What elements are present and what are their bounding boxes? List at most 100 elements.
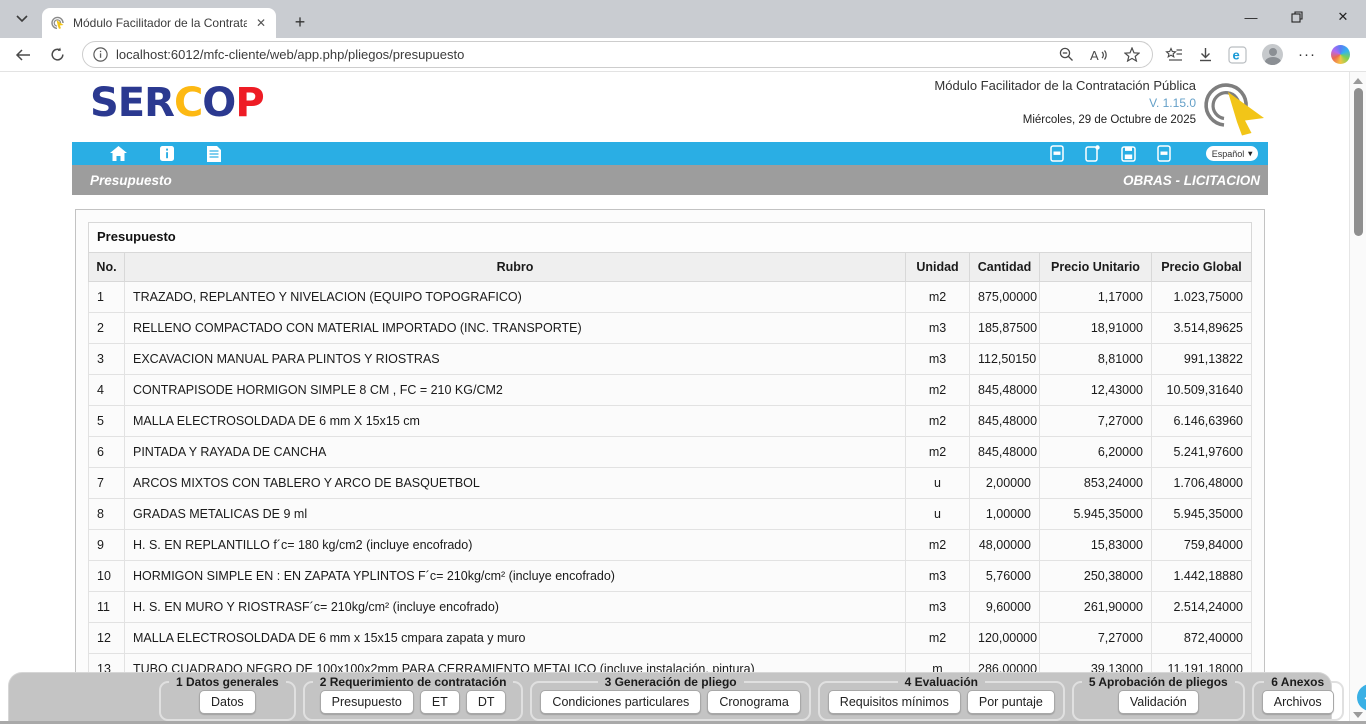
new-tab-button[interactable]: +: [288, 10, 312, 34]
new-document-icon[interactable]: [1085, 145, 1100, 162]
url-text[interactable]: localhost:6012/mfc-cliente/web/app.php/p…: [116, 47, 1051, 62]
bottom-nav-button[interactable]: Validación: [1118, 690, 1199, 714]
browser-tab-strip: Módulo Facilitador de la Contrata ✕ + — …: [0, 0, 1366, 38]
copilot-icon[interactable]: [1331, 45, 1350, 64]
bottom-nav-button[interactable]: Condiciones particulares: [540, 690, 701, 714]
profile-avatar-icon[interactable]: [1262, 44, 1283, 65]
cell-precio-unitario: 8,81000: [1040, 344, 1152, 375]
refresh-button[interactable]: [44, 42, 70, 68]
settings-menu-icon[interactable]: ···: [1298, 46, 1316, 63]
cell-no: 1: [89, 282, 125, 313]
browser-tab[interactable]: Módulo Facilitador de la Contrata ✕: [42, 8, 276, 38]
col-header-no: No.: [89, 253, 125, 282]
info-icon[interactable]: [160, 146, 174, 161]
cell-no: 7: [89, 468, 125, 499]
site-info-icon[interactable]: [93, 47, 108, 62]
cell-precio-unitario: 15,83000: [1040, 530, 1152, 561]
bottom-nav-button[interactable]: Requisitos mínimos: [828, 690, 961, 714]
col-header-cantidad: Cantidad: [970, 253, 1040, 282]
bottom-nav-button[interactable]: Cronograma: [707, 690, 800, 714]
tab-favicon: [50, 15, 66, 31]
scrollbar-thumb[interactable]: [1354, 88, 1363, 236]
bottom-nav-group: 3 Generación de pliego Condiciones parti…: [530, 675, 810, 721]
bottom-nav-button[interactable]: Por puntaje: [967, 690, 1055, 714]
table-row: 2 RELLENO COMPACTADO CON MATERIAL IMPORT…: [89, 313, 1252, 344]
cell-unidad: m3: [906, 561, 970, 592]
bottom-nav-group: 6 Anexos Archivos: [1252, 675, 1344, 721]
bottom-nav-group-legend: 2 Requerimiento de contratación: [313, 675, 514, 689]
cell-precio-global: 1.023,75000: [1152, 282, 1252, 313]
cell-precio-global: 3.514,89625: [1152, 313, 1252, 344]
address-bar[interactable]: localhost:6012/mfc-cliente/web/app.php/p…: [82, 41, 1153, 68]
ie-mode-icon[interactable]: e: [1228, 46, 1247, 64]
back-arrow-icon: [15, 48, 31, 62]
back-button[interactable]: [10, 42, 36, 68]
cell-unidad: u: [906, 468, 970, 499]
bottom-nav-group: 1 Datos generales Datos: [159, 675, 296, 721]
cell-precio-unitario: 5.945,35000: [1040, 499, 1152, 530]
budget-panel: Presupuesto No. Rubro Unidad Cantidad Pr…: [75, 209, 1265, 698]
table-row: 8 GRADAS METALICAS DE 9 ml u 1,00000 5.9…: [89, 499, 1252, 530]
save-icon[interactable]: [1121, 146, 1136, 162]
pdf-view-icon[interactable]: [1157, 145, 1171, 162]
app-header: SERCOP Módulo Facilitador de la Contrata…: [72, 72, 1268, 142]
cell-precio-global: 1.442,18880: [1152, 561, 1252, 592]
document-icon[interactable]: [207, 146, 221, 162]
close-button[interactable]: ✕: [1320, 0, 1366, 34]
tab-search-button[interactable]: [8, 6, 36, 32]
restore-button[interactable]: [1274, 0, 1320, 34]
cell-cantidad: 185,87500: [970, 313, 1040, 344]
mfc-logo-icon: [1198, 78, 1274, 136]
bottom-nav-group: 5 Aprobación de pliegos Validación: [1072, 675, 1245, 721]
cell-unidad: m2: [906, 530, 970, 561]
cell-cantidad: 875,00000: [970, 282, 1040, 313]
scroll-up-icon[interactable]: [1353, 78, 1363, 84]
bottom-nav-button[interactable]: Archivos: [1262, 690, 1334, 714]
vertical-scrollbar[interactable]: [1349, 72, 1366, 724]
sercop-logo: SERCOP: [90, 80, 264, 126]
browser-toolbar: localhost:6012/mfc-cliente/web/app.php/p…: [0, 38, 1366, 72]
pdf-export-icon[interactable]: [1050, 145, 1064, 162]
table-row: 5 MALLA ELECTROSOLDADA DE 6 mm X 15x15 c…: [89, 406, 1252, 437]
cell-precio-global: 872,40000: [1152, 623, 1252, 654]
chevron-down-icon: [16, 15, 28, 23]
cell-no: 11: [89, 592, 125, 623]
bottom-nav-button[interactable]: DT: [466, 690, 507, 714]
read-aloud-icon[interactable]: A: [1090, 48, 1108, 62]
cell-cantidad: 48,00000: [970, 530, 1040, 561]
cell-no: 6: [89, 437, 125, 468]
cell-unidad: m2: [906, 282, 970, 313]
col-header-precio-unitario: Precio Unitario: [1040, 253, 1152, 282]
window-controls: — ✕: [1228, 0, 1366, 34]
cell-no: 2: [89, 313, 125, 344]
cell-cantidad: 845,48000: [970, 406, 1040, 437]
cell-cantidad: 845,48000: [970, 375, 1040, 406]
scroll-down-icon[interactable]: [1353, 712, 1363, 718]
collections-icon[interactable]: [1165, 47, 1183, 63]
favorites-star-icon[interactable]: [1124, 47, 1140, 62]
cell-rubro: EXCAVACION MANUAL PARA PLINTOS Y RIOSTRA…: [125, 344, 906, 375]
tab-close-icon[interactable]: ✕: [254, 16, 268, 30]
zoom-out-icon[interactable]: [1059, 47, 1074, 62]
bottom-nav-button[interactable]: ET: [420, 690, 460, 714]
cell-cantidad: 5,76000: [970, 561, 1040, 592]
cell-precio-global: 10.509,31640: [1152, 375, 1252, 406]
home-icon[interactable]: [110, 146, 127, 161]
table-row: 4 CONTRAPISODE HORMIGON SIMPLE 8 CM , FC…: [89, 375, 1252, 406]
cell-no: 5: [89, 406, 125, 437]
bottom-nav-button[interactable]: Datos: [199, 690, 256, 714]
bottom-nav-button[interactable]: Presupuesto: [320, 690, 414, 714]
bottom-nav-group-legend: 3 Generación de pliego: [598, 675, 744, 689]
language-select[interactable]: Español ▾: [1206, 146, 1258, 161]
table-row: 7 ARCOS MIXTOS CON TABLERO Y ARCO DE BAS…: [89, 468, 1252, 499]
cell-no: 8: [89, 499, 125, 530]
downloads-icon[interactable]: [1198, 47, 1213, 63]
cell-unidad: m3: [906, 592, 970, 623]
minimize-button[interactable]: —: [1228, 0, 1274, 34]
refresh-icon: [50, 47, 65, 62]
logo-text-p: P: [235, 80, 263, 126]
cell-precio-global: 2.514,24000: [1152, 592, 1252, 623]
cell-cantidad: 1,00000: [970, 499, 1040, 530]
cell-rubro: CONTRAPISODE HORMIGON SIMPLE 8 CM , FC =…: [125, 375, 906, 406]
language-label: Español: [1212, 149, 1245, 159]
